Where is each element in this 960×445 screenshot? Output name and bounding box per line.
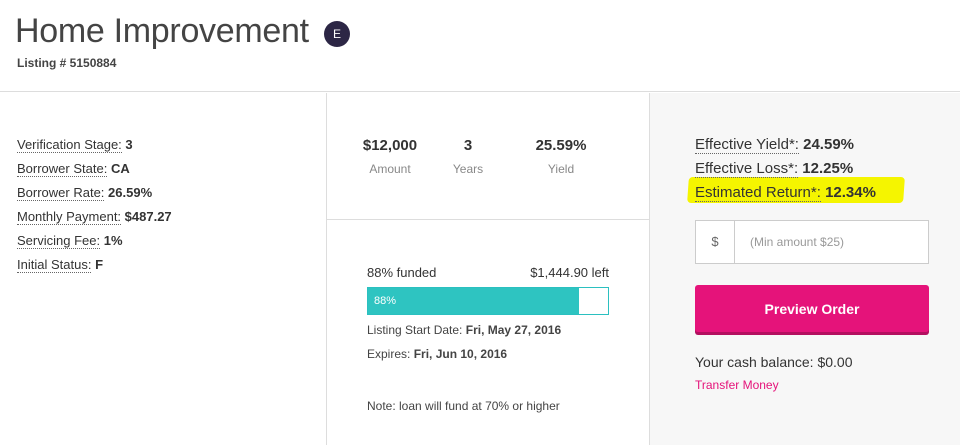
detail-servicing-fee: Servicing Fee: 1% <box>17 232 172 256</box>
investment-amount-field: $ <box>695 220 929 264</box>
stat-yield-value: 25.59% <box>535 137 587 154</box>
returns-list: Effective Yield*: 24.59% Effective Loss*… <box>695 136 876 208</box>
grade-badge: E <box>324 21 350 47</box>
funding-status-line: 88% funded $1,444.90 left <box>367 265 609 281</box>
funding-note: Note: loan will fund at 70% or higher <box>367 399 560 413</box>
detail-value: CA <box>110 161 130 176</box>
dollar-icon: $ <box>696 221 735 263</box>
detail-label[interactable]: Initial Status: <box>17 257 92 273</box>
transfer-money-link[interactable]: Transfer Money <box>695 378 779 392</box>
start-date-label: Listing Start Date: <box>367 323 463 337</box>
effective-yield-row: Effective Yield*: 24.59% <box>695 136 876 160</box>
detail-monthly-payment: Monthly Payment: $487.27 <box>17 208 172 232</box>
investment-amount-input[interactable] <box>736 221 928 263</box>
funding-progress-fill <box>368 288 580 314</box>
detail-borrower-state: Borrower State: CA <box>17 160 172 184</box>
investment-panel: Effective Yield*: 24.59% Effective Loss*… <box>650 93 960 445</box>
stat-years-label: Years <box>452 162 484 176</box>
loan-summary-panel: $12,000 Amount 3 Years 25.59% Yield 88% … <box>327 93 650 445</box>
amount-left-text: $1,444.90 left <box>530 265 609 280</box>
listing-header: Home Improvement E Listing # 5150884 <box>0 0 960 92</box>
start-date-value: Fri, May 27, 2016 <box>465 323 562 337</box>
stat-years-value: 3 <box>463 137 473 154</box>
detail-borrower-rate: Borrower Rate: 26.59% <box>17 184 172 208</box>
detail-value: $487.27 <box>124 209 172 224</box>
effective-loss-row: Effective Loss*: 12.25% <box>695 160 876 184</box>
page-title: Home Improvement <box>15 12 309 50</box>
detail-label[interactable]: Borrower Rate: <box>17 185 105 201</box>
detail-initial-status: Initial Status: F <box>17 256 172 280</box>
detail-value: 1% <box>103 233 123 248</box>
estimated-return-value: 12.34% <box>825 184 876 201</box>
stat-yield: 25.59% Yield <box>511 137 611 176</box>
detail-label[interactable]: Borrower State: <box>17 161 108 177</box>
detail-value: F <box>95 257 104 272</box>
detail-value: 26.59% <box>108 185 153 200</box>
borrower-details-panel: Verification Stage: 3 Borrower State: CA… <box>0 93 327 445</box>
preview-order-button[interactable]: Preview Order <box>695 285 929 332</box>
funding-progress-label: 88% <box>374 295 397 307</box>
effective-loss-value: 12.25% <box>802 160 854 177</box>
detail-label[interactable]: Verification Stage: <box>17 137 122 153</box>
borrower-details-list: Verification Stage: 3 Borrower State: CA… <box>17 136 172 280</box>
detail-verification-stage: Verification Stage: 3 <box>17 136 172 160</box>
listing-start-date: Listing Start Date: Fri, May 27, 2016 <box>367 323 609 337</box>
funded-percent-text: 88% funded <box>367 265 437 280</box>
funding-section: 88% funded $1,444.90 left 88% Listing St… <box>367 265 609 361</box>
loan-stats: $12,000 Amount 3 Years 25.59% Yield <box>327 93 650 220</box>
effective-yield-value: 24.59% <box>803 136 854 153</box>
detail-label[interactable]: Servicing Fee: <box>17 233 101 249</box>
stat-yield-label: Yield <box>547 162 575 176</box>
cash-balance: Your cash balance: $0.00 <box>695 354 853 370</box>
estimated-return-row: Estimated Return*: 12.34% <box>695 184 876 208</box>
estimated-return-label[interactable]: Estimated Return*: <box>695 184 821 202</box>
expires-date: Expires: Fri, Jun 10, 2016 <box>367 347 609 361</box>
detail-value: 3 <box>125 137 133 152</box>
detail-label[interactable]: Monthly Payment: <box>17 209 122 225</box>
stat-years: 3 Years <box>418 137 518 176</box>
listing-number: Listing # 5150884 <box>17 56 117 70</box>
expires-label: Expires: <box>367 347 411 361</box>
effective-loss-label[interactable]: Effective Loss*: <box>695 160 799 178</box>
expires-value: Fri, Jun 10, 2016 <box>413 347 508 361</box>
funding-progress-bar: 88% <box>367 287 609 315</box>
effective-yield-label[interactable]: Effective Yield*: <box>695 136 799 154</box>
